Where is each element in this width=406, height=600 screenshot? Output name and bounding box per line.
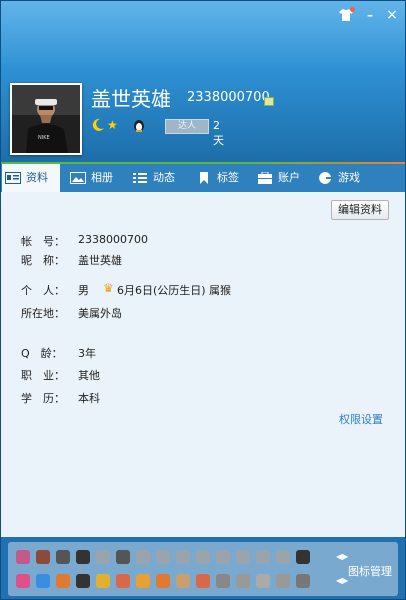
service-icon[interactable] — [256, 550, 270, 564]
profile-card-icon — [5, 172, 21, 184]
diamond-icon[interactable] — [176, 550, 190, 564]
moon-level-icon — [92, 118, 104, 131]
field-label: 个 人： — [21, 284, 65, 297]
field-value: 2338000700 — [78, 233, 148, 246]
tab-games[interactable]: 游戏 — [314, 164, 376, 192]
service-icon[interactable] — [76, 574, 90, 588]
svg-text:NIKE: NIKE — [38, 135, 50, 141]
gender-value: 男 — [78, 284, 89, 297]
diamond-icon[interactable] — [296, 550, 310, 564]
tab-profile[interactable]: 资料 — [2, 164, 60, 192]
close-button[interactable]: × — [383, 7, 401, 23]
tab-feed-label: 动态 — [153, 171, 175, 184]
nickname: 盖世英雄 — [91, 87, 171, 111]
album-icon — [70, 172, 86, 184]
tab-account[interactable]: 账户 — [254, 164, 312, 192]
diamond-icon[interactable] — [196, 550, 210, 564]
tab-games-label: 游戏 — [338, 171, 360, 184]
service-icon[interactable] — [216, 574, 230, 588]
diamond-icon[interactable] — [156, 550, 170, 564]
service-icon[interactable] — [276, 574, 290, 588]
icon-row-arrows[interactable]: ◀▶ — [336, 576, 348, 585]
service-icon[interactable] — [36, 574, 50, 588]
field-label: 帐 号： — [21, 235, 65, 248]
tab-tags[interactable]: 标签 — [193, 164, 251, 192]
service-icon[interactable] — [36, 550, 50, 564]
crown-icon: ♛ — [103, 281, 114, 295]
service-icon[interactable] — [56, 550, 70, 564]
penguin-icon[interactable] — [133, 118, 145, 132]
tab-profile-label: 资料 — [26, 171, 48, 184]
service-icon[interactable] — [296, 574, 310, 588]
zodiac-value: 属猴 — [209, 284, 231, 297]
tab-album[interactable]: 相册 — [67, 164, 125, 192]
service-icon[interactable] — [256, 574, 270, 588]
star-level-icon: ★ — [107, 118, 118, 132]
service-icon[interactable] — [156, 574, 170, 588]
qq-number: 2338000700 — [187, 90, 270, 105]
service-icon[interactable] — [76, 550, 90, 564]
field-value: 本科 — [78, 392, 100, 405]
diamond-icon[interactable] — [96, 550, 110, 564]
service-icon[interactable] — [176, 574, 190, 588]
service-icon[interactable] — [196, 574, 210, 588]
icon-bar-panel: ◀▶ ◀▶ — [8, 542, 398, 596]
diamond-icon[interactable] — [136, 550, 150, 564]
field-value: 3年 — [78, 347, 96, 360]
icon-bar: ◀▶ ◀▶ 图标管理 — [1, 537, 405, 599]
tab-bar: 资料 相册 动态 标签 账户 游戏 — [1, 162, 405, 192]
game-icon — [319, 172, 331, 184]
profile-header: – × NIKE 盖世英雄 2338000700 ★ 达人 2天 — [1, 1, 405, 162]
service-icon[interactable] — [136, 574, 150, 588]
field-label: 职 业： — [21, 369, 65, 382]
service-icon[interactable] — [96, 574, 110, 588]
wallet-icon — [258, 172, 272, 184]
tab-feed[interactable]: 动态 — [129, 164, 189, 192]
notification-dot — [350, 7, 355, 12]
minimize-button[interactable]: – — [361, 7, 379, 23]
field-label: 所在地： — [21, 307, 65, 320]
diamond-icon[interactable] — [216, 550, 230, 564]
service-icon[interactable] — [56, 574, 70, 588]
field-value: 其他 — [78, 369, 100, 382]
service-icon[interactable] — [116, 550, 130, 564]
tab-tags-label: 标签 — [217, 171, 239, 184]
service-icon[interactable] — [16, 574, 30, 588]
diamond-icon[interactable] — [236, 550, 250, 564]
field-label: 学 历： — [21, 392, 65, 405]
birthday-value: 6月6日(公历生日) — [117, 284, 206, 297]
service-icon[interactable] — [236, 574, 250, 588]
edit-profile-button[interactable]: 编辑资料 — [331, 200, 389, 220]
avatar[interactable]: NIKE — [10, 83, 82, 155]
field-label: Q 龄： — [21, 347, 63, 360]
active-days: 2天 — [213, 119, 224, 147]
service-icon[interactable] — [16, 550, 30, 564]
edit-signature-icon[interactable] — [264, 97, 274, 106]
talent-badge[interactable]: 达人 — [165, 119, 209, 134]
profile-window: – × NIKE 盖世英雄 2338000700 ★ 达人 2天 资料 相册 动… — [0, 0, 406, 600]
permission-settings-link[interactable]: 权限设置 — [339, 411, 383, 427]
service-icon[interactable] — [116, 574, 130, 588]
icon-manager-link[interactable]: 图标管理 — [348, 563, 392, 579]
skin-tshirt-icon[interactable] — [337, 7, 355, 23]
bookmark-icon — [200, 172, 208, 184]
field-value: 盖世英雄 — [78, 254, 122, 267]
field-value: 美属外岛 — [78, 307, 122, 320]
icon-row-arrows[interactable]: ◀▶ — [336, 552, 348, 561]
tab-album-label: 相册 — [91, 171, 113, 184]
tab-account-label: 账户 — [278, 171, 300, 184]
profile-content: 编辑资料 帐 号： 2338000700 昵 称： 盖世英雄 个 人： 男 ♛ … — [1, 192, 405, 537]
diamond-icon[interactable] — [276, 550, 290, 564]
feed-icon — [133, 173, 147, 183]
field-label: 昵 称： — [21, 254, 65, 267]
